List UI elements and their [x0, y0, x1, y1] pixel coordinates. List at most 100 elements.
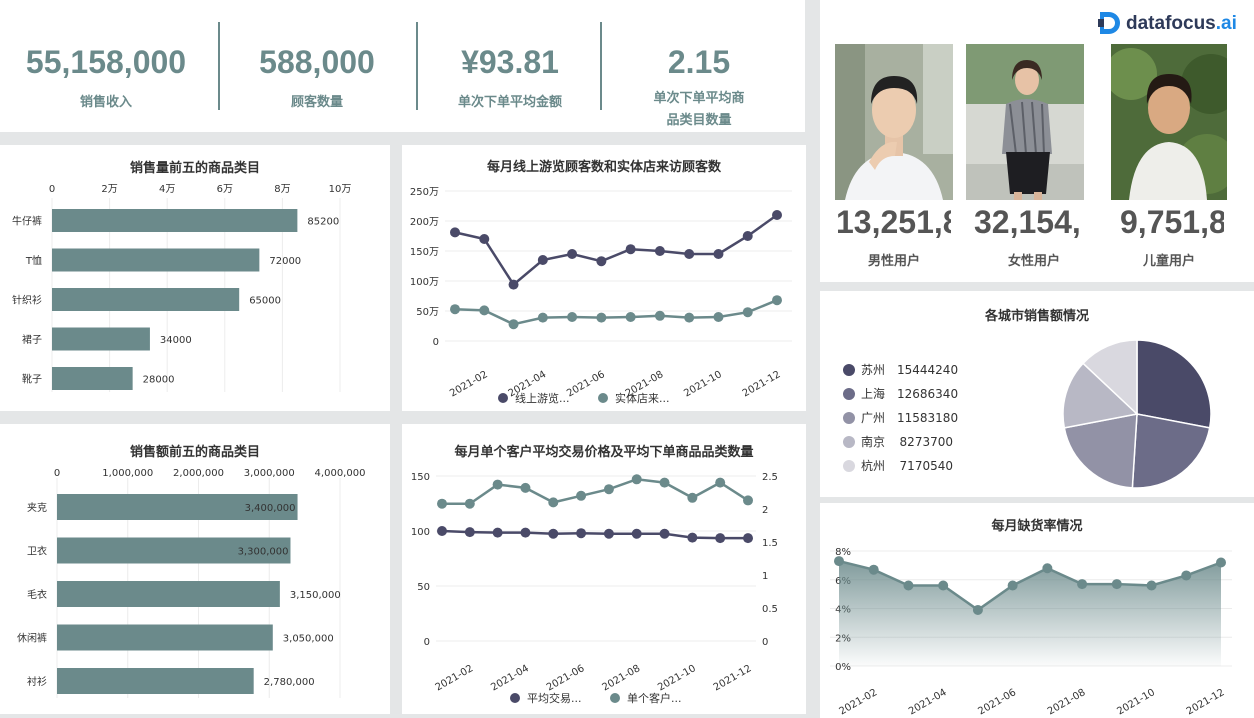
legend-label: 线上游览...	[515, 391, 570, 405]
bar	[52, 288, 240, 311]
category-label: 毛衣	[27, 588, 47, 601]
bar	[57, 668, 254, 694]
data-point	[437, 498, 447, 509]
data-point	[625, 244, 636, 255]
x-tick-label: 2021-04	[907, 687, 949, 717]
legend-label: 实体店来...	[615, 391, 670, 405]
data-point	[1216, 557, 1226, 568]
data-point	[742, 307, 753, 318]
y-tick-label: 100万	[410, 277, 439, 288]
data-point	[464, 498, 475, 509]
legend-marker	[498, 393, 508, 403]
data-point	[537, 312, 548, 323]
legend-marker	[610, 693, 620, 703]
y-tick-label: 250万	[410, 187, 439, 198]
data-point	[450, 304, 460, 315]
data-point	[520, 482, 531, 493]
data-point	[1111, 579, 1122, 590]
data-point	[548, 528, 559, 539]
x-tick-label: 1,000,000	[102, 468, 153, 479]
data-point	[1042, 563, 1053, 574]
data-point	[687, 532, 698, 543]
pie-slice	[1136, 339, 1212, 429]
y2-tick-label: 0.5	[762, 604, 778, 615]
y2-tick-label: 1.5	[762, 538, 778, 549]
data-point	[631, 528, 642, 539]
category-label: 休闲裤	[17, 632, 47, 645]
y-tick-label: 150万	[410, 247, 439, 258]
data-point	[603, 528, 614, 539]
data-point	[715, 477, 726, 488]
data-point	[437, 526, 447, 536]
data-point	[742, 231, 753, 241]
category-label: 裙子	[22, 333, 42, 346]
bar	[57, 624, 273, 651]
data-point	[868, 564, 879, 575]
y-tick-label: 200万	[410, 217, 439, 228]
data-point	[654, 310, 665, 321]
data-point	[603, 484, 614, 495]
data-point	[938, 580, 949, 591]
data-label: 34000	[160, 335, 192, 346]
bar	[57, 581, 280, 607]
bar	[52, 367, 133, 390]
data-point	[508, 279, 519, 290]
category-label: 衬衫	[27, 675, 47, 688]
data-point	[772, 295, 782, 306]
y-tick-label: 100	[411, 527, 430, 538]
x-tick-label: 4万	[159, 184, 175, 195]
data-point	[520, 527, 531, 538]
y2-tick-label: 2	[762, 505, 768, 516]
data-point	[834, 556, 844, 567]
data-point	[715, 533, 726, 544]
x-tick-label: 2,000,000	[173, 468, 224, 479]
data-point	[713, 249, 724, 259]
data-label: 2,780,000	[264, 677, 315, 688]
data-point	[1007, 580, 1018, 591]
data-label: 28000	[143, 375, 175, 386]
data-point	[687, 492, 698, 503]
x-tick-label: 2021-06	[976, 687, 1018, 717]
legend-label: 单个客户...	[627, 691, 682, 705]
x-tick-label: 4,000,000	[315, 468, 366, 479]
pie-slice	[1131, 413, 1211, 489]
data-point	[713, 312, 724, 322]
data-point	[492, 479, 503, 490]
data-point	[903, 580, 914, 591]
data-point	[567, 249, 578, 259]
data-point	[450, 227, 460, 238]
data-point	[625, 312, 636, 322]
series-line	[442, 478, 749, 505]
x-tick-label: 2021-08	[601, 663, 643, 693]
x-tick-label: 2021-02	[838, 687, 880, 717]
y-tick-label: 50万	[416, 307, 439, 318]
x-tick-label: 10万	[329, 184, 352, 195]
legend-label: 平均交易...	[527, 691, 582, 705]
data-point	[743, 533, 753, 544]
x-tick-label: 3,000,000	[244, 468, 295, 479]
data-point	[1181, 570, 1192, 581]
x-tick-label: 2021-02	[434, 663, 476, 693]
data-point	[772, 210, 782, 220]
data-point	[479, 234, 490, 244]
x-tick-label: 2021-10	[682, 369, 724, 399]
data-point	[479, 305, 490, 316]
y-tick-label: 50	[417, 582, 430, 593]
data-point	[537, 255, 548, 265]
y2-tick-label: 1	[762, 571, 768, 582]
category-label: 夹克	[27, 501, 47, 514]
x-tick-label: 2021-04	[489, 663, 531, 693]
y-tick-label: 150	[411, 472, 430, 483]
data-point	[576, 490, 587, 501]
x-tick-label: 6万	[217, 184, 233, 195]
x-tick-label: 8万	[274, 184, 290, 195]
data-point	[548, 497, 559, 508]
x-tick-label: 2021-12	[741, 369, 783, 399]
data-point	[684, 312, 695, 323]
x-tick-label: 2021-12	[712, 663, 754, 693]
x-tick-label: 2021-02	[448, 369, 490, 399]
legend-marker	[598, 393, 608, 403]
y-tick-label: 0	[433, 337, 439, 348]
data-point	[654, 246, 665, 256]
x-tick-label: 0	[49, 184, 55, 195]
